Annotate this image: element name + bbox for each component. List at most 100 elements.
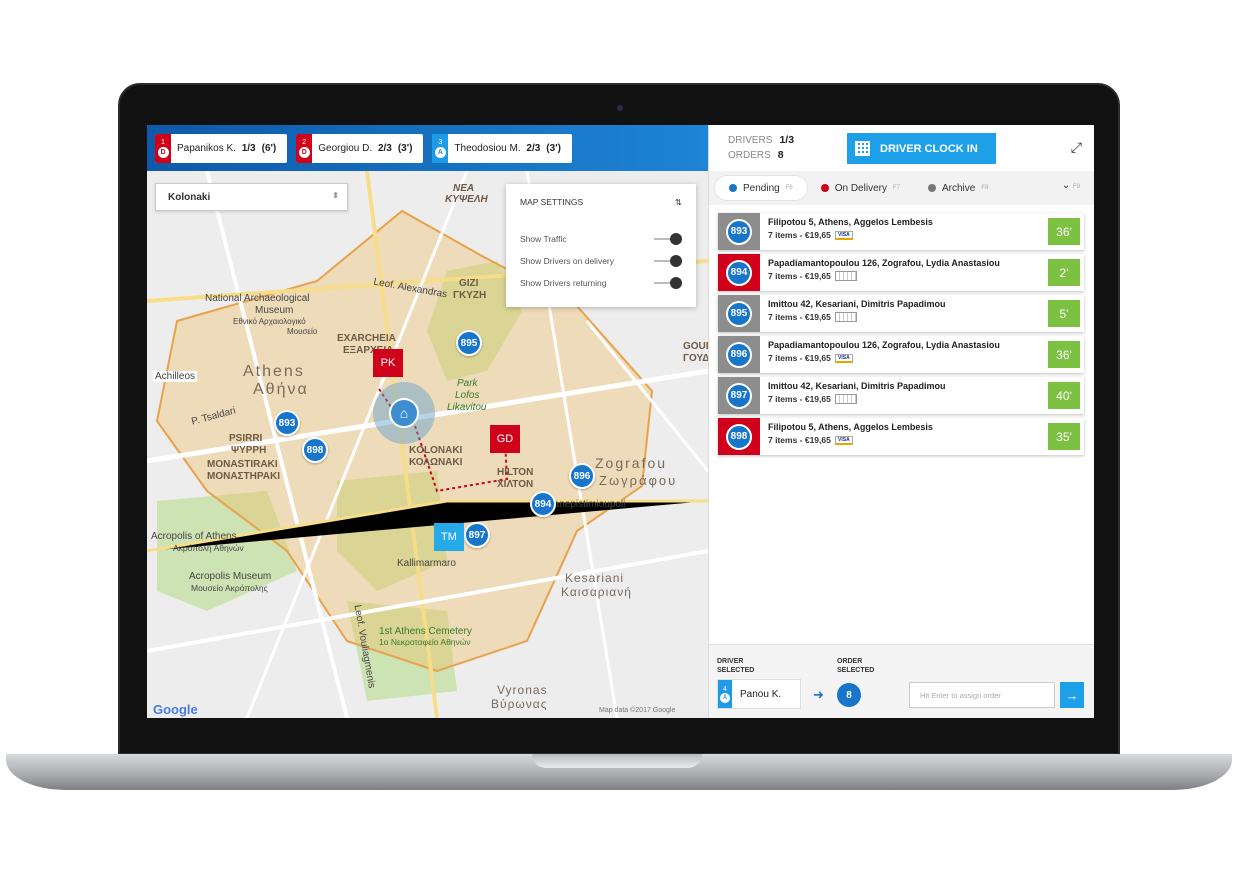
order-pin-893[interactable]: 893	[274, 410, 300, 436]
order-pin-897[interactable]: 897	[464, 522, 490, 548]
stats: DRIVERS 1/3 ORDERS 8	[728, 133, 794, 163]
traffic-toggle[interactable]	[654, 233, 682, 245]
order-time-badge: 2'	[1048, 259, 1080, 286]
selected-driver[interactable]: 4A Panou K.	[717, 679, 801, 709]
order-address: Filipotou 5, Athens, Aggelos Lembesis	[768, 217, 933, 227]
order-items-text: 7 items - €19,65	[768, 394, 831, 404]
order-time-badge: 5'	[1048, 300, 1080, 327]
order-items-text: 7 items - €19,65	[768, 353, 831, 363]
drivers-returning-toggle[interactable]	[654, 277, 682, 289]
order-row[interactable]: 894 Papadiamantopoulou 126, Zografou, Lyd…	[718, 254, 1084, 291]
order-row[interactable]: 893 Filipotou 5, Athens, Aggelos Lembesis…	[718, 213, 1084, 250]
order-number: 897	[726, 382, 752, 409]
driver-name: Theodosiou M.	[454, 142, 521, 154]
drivers-delivery-toggle[interactable]	[654, 255, 682, 267]
order-details: Imittou 42, Kesariani, Dimitris Papadimo…	[760, 377, 1048, 414]
map-view[interactable]: Kolonaki ⬍ MAP SETTINGS ⇅ Show Traffic S…	[147, 171, 708, 718]
assign-bar: DRIVER SELECTED ORDER SELECTED 4A Panou K.…	[709, 644, 1094, 718]
order-row[interactable]: 898 Filipotou 5, Athens, Aggelos Lembesis…	[718, 418, 1084, 455]
driver-pin-tm[interactable]: TM	[434, 523, 464, 551]
driver-chip-2[interactable]: 2D Georgiou D. 2/3 (3')	[296, 133, 424, 163]
more-tabs-dropdown[interactable]: ⌄ F9	[1062, 180, 1080, 191]
order-row[interactable]: 897 Imittou 42, Kesariani, Dimitris Papad…	[718, 377, 1084, 414]
tab-label: Archive	[941, 182, 976, 194]
orders-panel: DRIVERS 1/3 ORDERS 8 DRIVER CLOCK IN ⤢ Pen…	[708, 125, 1094, 718]
map-label: KOLONAKI	[409, 445, 463, 456]
toggle-label: Show Drivers on delivery	[520, 256, 615, 266]
tab-archive[interactable]: Archive F8	[914, 176, 1002, 200]
status-dot	[729, 184, 737, 192]
drivers-label: DRIVERS	[728, 135, 773, 146]
map-settings-title: MAP SETTINGS	[520, 197, 584, 207]
order-address: Filipotou 5, Athens, Aggelos Lembesis	[768, 422, 933, 432]
map-label: Achilleos	[153, 371, 198, 382]
driver-pin-pk[interactable]: PK	[373, 349, 403, 377]
order-address: Imittou 42, Kesariani, Dimitris Papadimo…	[768, 381, 946, 391]
order-pin-894[interactable]: 894	[530, 491, 556, 517]
driver-name: Papanikos K.	[177, 142, 236, 154]
order-items: 7 items - €19,65 VISA	[768, 435, 1040, 445]
store-marker[interactable]: ⌂	[373, 382, 435, 444]
shortcut-key: F9	[1072, 184, 1080, 190]
map-label: ΜΟΝΑΣΤΗΡΑΚΙ	[207, 471, 281, 482]
map-label: Lofos	[455, 390, 480, 401]
tab-on-delivery[interactable]: On Delivery F7	[807, 176, 914, 200]
order-items-text: 7 items - €19,65	[768, 312, 831, 322]
order-status: 895	[718, 295, 760, 332]
panel-header: DRIVERS 1/3 ORDERS 8 DRIVER CLOCK IN ⤢	[709, 125, 1094, 171]
map-label: Panepistimioupoli	[547, 499, 626, 510]
map-label: 1ο Νεκροταφείο Αθηνών	[379, 637, 471, 647]
driver-chip-3[interactable]: 3A Theodosiou M. 2/3 (3')	[432, 133, 572, 163]
map-label: Μουσείο Ακρόπολης	[191, 583, 268, 593]
order-details: Papadiamantopoulou 126, Zografou, Lydia …	[760, 336, 1048, 373]
map-label: National Archaeological	[205, 293, 310, 304]
cash-icon	[834, 271, 857, 281]
toggle-label: Show Traffic	[520, 234, 567, 244]
order-row[interactable]: 896 Papadiamantopoulou 126, Zografou, Lyd…	[718, 336, 1084, 373]
driver-selected-label: DRIVER SELECTED	[717, 658, 755, 674]
map-settings-panel: MAP SETTINGS ⇅ Show Traffic Show Drivers…	[506, 184, 696, 307]
map-label: Vyronas	[497, 683, 548, 697]
order-details: Papadiamantopoulou 126, Zografou, Lydia …	[760, 254, 1048, 291]
map-label: Acropolis of Athens	[151, 531, 237, 542]
area-select[interactable]: Kolonaki ⬍	[155, 183, 348, 211]
visa-card-icon: VISA	[834, 435, 853, 445]
map-label: Park	[457, 378, 478, 389]
driver-pin-gd[interactable]: GD	[490, 425, 520, 453]
map-label: Acropolis Museum	[189, 571, 272, 582]
assign-order-input[interactable]	[909, 682, 1055, 708]
order-pin-895[interactable]: 895	[456, 330, 482, 356]
order-pin-898[interactable]: 898	[302, 437, 328, 463]
map-label: ΚΥΨΕΛΗ	[445, 194, 488, 205]
order-number: 893	[726, 218, 752, 245]
driver-chip-1[interactable]: 1D Papanikos K. 1/3 (6')	[155, 133, 288, 163]
order-row[interactable]: 895 Imittou 42, Kesariani, Dimitris Papad…	[718, 295, 1084, 332]
driver-load: 2/3	[526, 142, 541, 154]
driver-clock-in-button[interactable]: DRIVER CLOCK IN	[847, 133, 996, 164]
assign-submit-button[interactable]: →	[1060, 682, 1084, 708]
order-time-badge: 35'	[1048, 423, 1080, 450]
shortcut-key: F7	[892, 185, 900, 191]
selected-order[interactable]: 8	[837, 683, 861, 707]
order-items: 7 items - €19,65	[768, 312, 1040, 322]
drivers-value: 1/3	[779, 134, 795, 146]
order-time-badge: 36'	[1048, 218, 1080, 245]
cash-icon	[834, 312, 857, 322]
order-items: 7 items - €19,65	[768, 394, 1040, 404]
sliders-icon[interactable]: ⇅	[675, 197, 682, 208]
orders-label: ORDERS	[728, 150, 771, 161]
expand-icon[interactable]: ⤢	[1071, 139, 1082, 156]
visa-card-icon: VISA	[834, 230, 853, 240]
drivers-bar: 1D Papanikos K. 1/3 (6') 2D Georgiou D. …	[147, 125, 708, 171]
order-items-text: 7 items - €19,65	[768, 435, 831, 445]
map-label: HILTON	[497, 467, 534, 478]
map-label: Likavitou	[447, 402, 487, 413]
map-label: Ζωγράφου	[599, 473, 678, 488]
laptop-notch	[532, 754, 702, 768]
tab-pending[interactable]: Pending F6	[715, 176, 807, 200]
order-number: 896	[726, 341, 752, 368]
driver-eta: (3')	[546, 142, 561, 154]
order-pin-896[interactable]: 896	[569, 463, 595, 489]
status-dot	[820, 184, 829, 192]
order-status: 894	[718, 254, 760, 291]
